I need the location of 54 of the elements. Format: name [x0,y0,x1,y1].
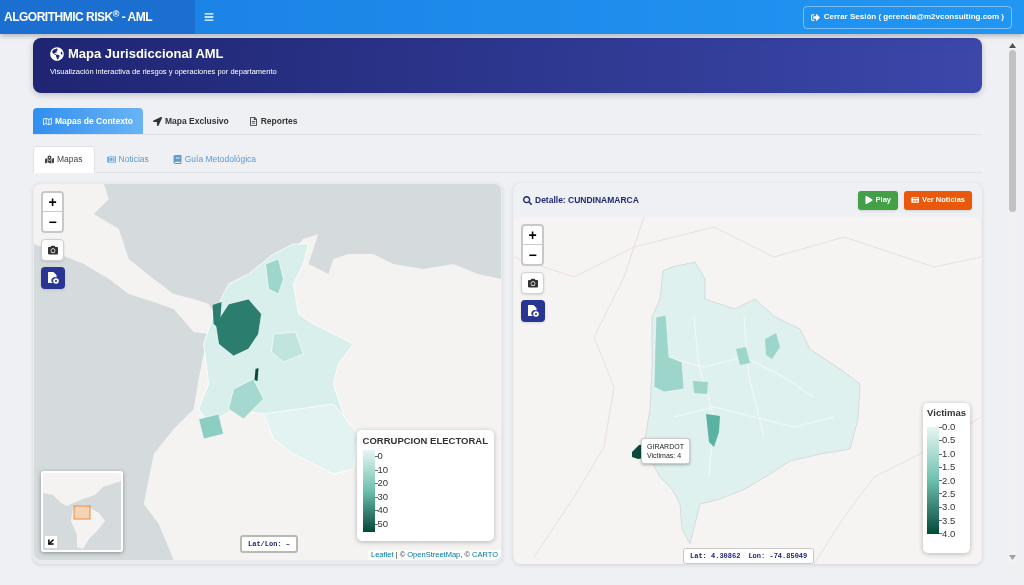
legend-tick-label: 3.5 [942,515,956,526]
legend-tick-label: 2.0 [942,475,956,486]
sub-tab[interactable]: Mapas [33,146,95,173]
globe-icon [50,47,64,61]
legend-tick-label: 3.0 [942,502,956,513]
zoom-out-button[interactable]: − [43,212,62,231]
legend-tick-label: 1.5 [942,462,956,473]
legend-tick-label: 20 [377,478,389,489]
legend-tick-label: 40 [377,505,389,516]
arrow-icon [46,537,56,547]
main-tab[interactable]: Mapa Exclusivo [142,108,239,134]
camera-icon [47,245,58,255]
camera-icon [527,278,538,288]
legend-tick-label: 1.0 [942,448,956,459]
play-icon [864,196,873,204]
legend-tick-label: 0 [377,451,384,461]
legend-tick-label: 50 [377,518,389,529]
camera-button[interactable] [41,239,64,261]
search-icon [523,195,532,205]
menu-button[interactable] [203,11,215,23]
map-icon [43,116,52,126]
logout-button[interactable]: Cerrar Sesión ( gerencia@m2vconsulting.com ) [802,5,1012,29]
legend-tick-label: 30 [377,491,389,502]
brand-logo-text: ALGORITHMIC RISK$^{®}$ - AML [4,8,153,26]
document-icon [248,116,258,126]
legend-tick-label: 10 [377,464,389,475]
map-marker-icon [45,155,54,164]
file-button[interactable] [41,267,65,289]
minimap-toggle-button[interactable] [45,536,57,548]
file-button[interactable] [521,300,545,322]
menu-icon [204,12,214,22]
zoom-out-button[interactable]: − [523,245,542,264]
zoom-in-button[interactable]: + [523,226,542,245]
legend-title: CORRUPCION ELECTORAL [362,435,488,446]
sub-tab[interactable]: Noticias [94,146,161,173]
page-title: Mapa Jurisdiccional AML [68,46,224,62]
newspaper-icon [106,155,116,164]
main-tab[interactable]: Mapas de Contexto [33,108,143,134]
legend-tick-label: 0.5 [942,435,956,446]
main-tab[interactable]: Reportes [238,108,308,134]
zoom-in-button[interactable]: + [43,193,62,212]
detail-title: Detalle: CUNDINAMARCA [535,193,639,207]
file-icon [47,272,59,284]
navigation-arrow-icon [152,116,162,126]
book-icon [172,155,182,164]
logout-icon [810,12,820,22]
newspaper-icon [911,196,920,204]
file-icon [527,305,539,317]
sub-tab[interactable]: Guía Metodológica [160,146,269,173]
legend-tick-label: 4.0 [942,529,956,539]
legend-title: Victimas [927,407,966,418]
legend-tick-label: 0.0 [942,422,956,432]
camera-button[interactable] [521,272,544,294]
legend-tick-label: 2.5 [942,488,956,499]
